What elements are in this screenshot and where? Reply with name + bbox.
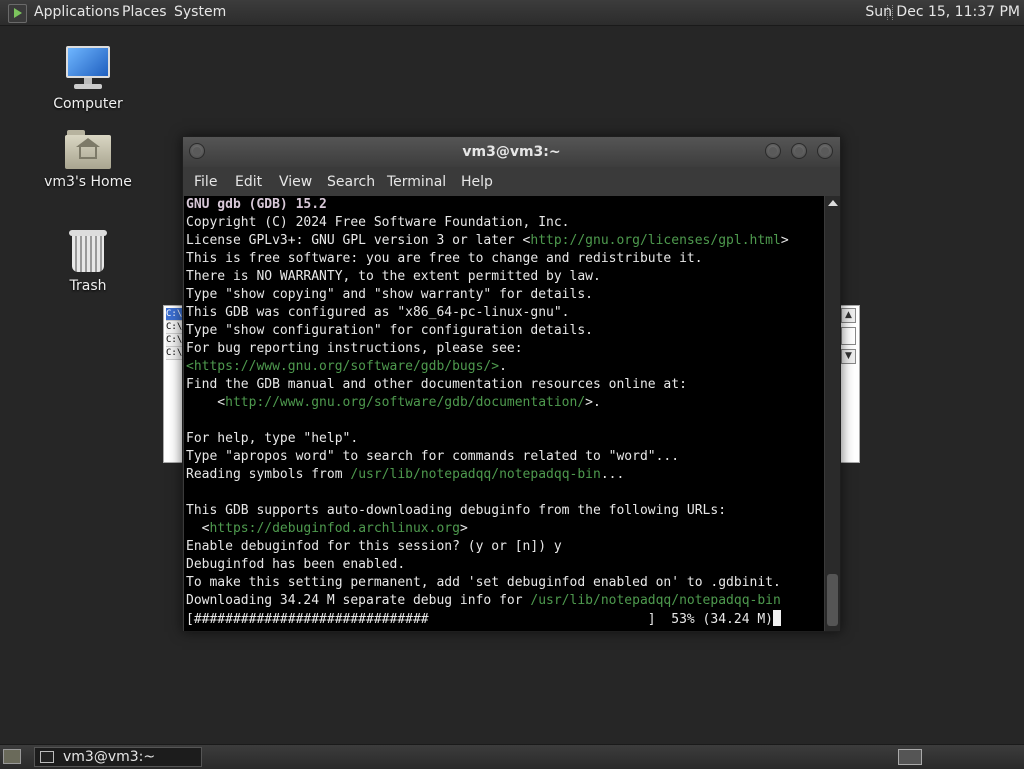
show-desktop-icon[interactable] [3,749,21,764]
trash-icon [68,230,108,274]
maximize-icon[interactable] [791,143,807,159]
terminal-line: To make this setting permanent, add 'set… [186,575,781,590]
terminal-line: Type "show configuration" for configurat… [186,323,593,338]
terminal-text: ... [600,467,625,482]
text-cursor [773,610,781,626]
applications-menu[interactable]: Applications [34,0,120,25]
minimize-icon[interactable] [765,143,781,159]
terminal-line: Downloading 34.24 M separate debug info … [184,592,824,610]
terminal-text: < [186,521,210,536]
terminal-progress-line: [############################## ] 53% (3… [184,610,824,628]
terminal-path: /usr/lib/notepadqq/notepadqq-bin [530,593,781,608]
desktop-icon-trash[interactable]: Trash [40,230,136,294]
places-menu[interactable]: Places [122,0,167,25]
terminal-line: License GPLv3+: GNU GPL version 3 or lat… [184,232,824,250]
scroll-down-icon[interactable]: ▼ [841,349,856,364]
top-panel: Applications Places System Sun Dec 15, 1… [0,0,1024,26]
taskbar-button-label: vm3@vm3:~ [63,749,156,765]
terminal-text: > [459,521,468,536]
menu-terminal[interactable]: Terminal [387,167,446,197]
menu-file[interactable]: File [194,167,217,197]
terminal-scrollbar[interactable] [825,196,840,631]
terminal-window[interactable]: vm3@vm3:~ File Edit View Search Terminal… [182,136,841,632]
terminal-link[interactable]: http://www.gnu.org/software/gdb/document… [225,395,585,410]
desktop-icon-label: Computer [53,96,123,112]
terminal-text: Downloading 34.24 M separate debug info … [186,593,531,608]
workspace-switcher[interactable] [898,749,922,765]
terminal-link[interactable]: https://debuginfod.archlinux.org [209,521,459,536]
window-titlebar[interactable]: vm3@vm3:~ [183,137,840,167]
terminal-line: <https://debuginfod.archlinux.org> [184,520,824,538]
terminal-line: Enable debuginfod for this session? (y o… [186,539,562,554]
terminal-line: Find the GDB manual and other documentat… [186,377,687,392]
menu-search[interactable]: Search [327,167,375,197]
terminal-link[interactable]: <https://www.gnu.org/software/gdb/bugs/> [186,359,499,374]
clock[interactable]: Sun Dec 15, 11:37 PM [865,0,1020,25]
terminal-line: For bug reporting instructions, please s… [186,341,523,356]
terminal-path: /usr/lib/notepadqq/notepadqq-bin [350,467,601,482]
terminal-line: Debuginfod has been enabled. [186,557,406,572]
system-menu[interactable]: System [174,0,226,25]
terminal-line: <https://www.gnu.org/software/gdb/bugs/>… [184,358,824,376]
terminal-line: For help, type "help". [186,431,359,446]
scroll-thumb[interactable] [827,574,838,626]
desktop-icon-label: vm3's Home [44,174,132,190]
menu-view[interactable]: View [279,167,312,197]
terminal-line: Type "show copying" and "show warranty" … [186,287,593,302]
terminal-menubar: File Edit View Search Terminal Help [183,167,840,195]
terminal-text: > [780,233,789,248]
terminal-text: Reading symbols from [186,467,351,482]
menu-edit[interactable]: Edit [235,167,262,197]
terminal-icon [40,751,54,763]
download-progress: [############################## ] 53% (3… [186,612,773,627]
window-title: vm3@vm3:~ [462,144,561,160]
computer-icon [64,46,112,92]
terminal-line: Copyright (C) 2024 Free Software Foundat… [186,215,570,230]
menu-help[interactable]: Help [461,167,493,197]
terminal-link[interactable]: http://gnu.org/licenses/gpl.html [530,233,780,248]
terminal-line: Type "apropos word" to search for comman… [186,449,680,464]
terminal-line: <http://www.gnu.org/software/gdb/documen… [184,394,824,412]
terminal-line: There is NO WARRANTY, to the extent perm… [186,269,601,284]
scroll-up-icon[interactable]: ▲ [841,308,856,323]
taskbar-button-terminal[interactable]: vm3@vm3:~ [34,747,202,767]
scroll-thumb[interactable] [841,327,856,345]
desktop-icon-label: Trash [69,278,107,294]
close-icon[interactable] [817,143,833,159]
terminal-line: This GDB was configured as "x86_64-pc-li… [186,305,570,320]
terminal-line: Reading symbols from /usr/lib/notepadqq/… [184,466,824,484]
terminal-text: < [186,395,226,410]
terminal-text: License GPLv3+: GNU GPL version 3 or lat… [186,233,531,248]
terminal-line: GNU gdb (GDB) 15.2 [186,197,327,212]
desktop-icon-home[interactable]: vm3's Home [40,130,136,190]
scroll-up-icon[interactable] [828,200,838,206]
terminal-line: This GDB supports auto-downloading debug… [186,503,727,518]
home-folder-icon [65,130,111,170]
applications-logo-icon[interactable] [8,4,27,23]
terminal-text: . [499,359,507,374]
terminal-text: >. [585,395,601,410]
terminal-line: This is free software: you are free to c… [186,251,703,266]
desktop-icon-computer[interactable]: Computer [40,46,136,112]
terminal-output[interactable]: GNU gdb (GDB) 15.2 Copyright (C) 2024 Fr… [184,196,824,631]
bottom-panel: vm3@vm3:~ [0,744,1024,769]
background-scrollbar[interactable]: ▲ ▼ [841,308,857,368]
